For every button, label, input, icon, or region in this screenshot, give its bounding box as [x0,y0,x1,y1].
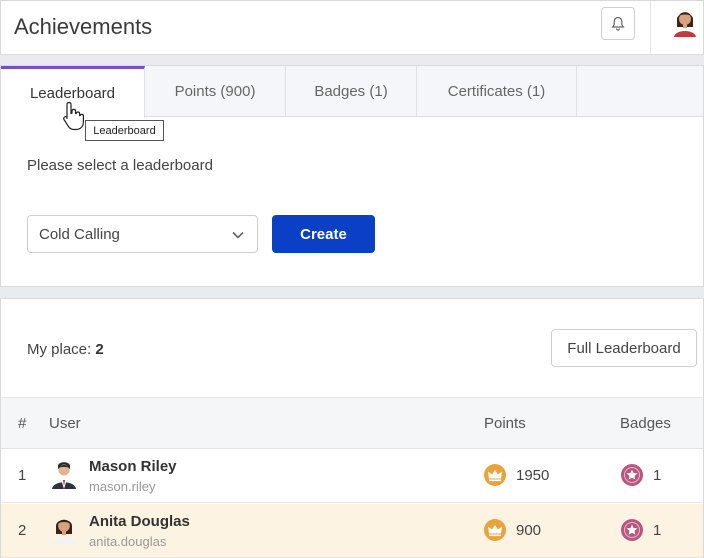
ranking-card: My place: 2 Full Leaderboard # User Poin… [0,298,704,558]
badges-value: 1 [653,522,662,539]
chevron-down-icon [232,231,244,239]
points-value: 1950 [516,467,550,484]
page-title: Achievements [14,14,153,39]
user-name[interactable]: Mason Riley [89,458,177,475]
column-header-user: User [49,415,81,432]
crown-points-icon [484,464,506,486]
leaderboard-select[interactable]: Cold Calling [27,215,258,253]
points-value: 900 [516,522,542,539]
user-handle: mason.riley [89,479,156,494]
column-header-badges: Badges [620,415,671,432]
full-leaderboard-button[interactable]: Full Leaderboard [551,329,697,367]
create-button[interactable]: Create [272,215,375,253]
column-header-points: Points [484,415,526,432]
leaderboard-card: Leaderboard Points (900) Badges (1) Cert… [0,65,704,287]
tab-label: Points (900) [174,83,256,100]
my-place: My place: 2 [27,341,104,358]
row-rank: 2 [18,522,27,539]
star-badge-icon [621,519,643,541]
table-row[interactable]: 2 Anita Douglas anita.douglas 900 1 [1,504,703,558]
header-divider [650,1,651,55]
page-header: Achievements [0,0,704,55]
tab-points[interactable]: Points (900) [145,66,286,117]
my-place-value: 2 [95,341,104,358]
row-rank: 1 [18,467,27,484]
select-value: Cold Calling [39,225,120,243]
user-avatar [52,462,76,489]
tab-label: Badges (1) [314,83,388,100]
tab-certificates[interactable]: Certificates (1) [417,66,577,117]
user-avatar [52,519,76,544]
user-handle: anita.douglas [89,534,167,549]
select-prompt: Please select a leaderboard [27,157,213,174]
table-row[interactable]: 1 Mason Riley mason.riley 1950 1 [1,449,703,503]
star-badge-icon [621,464,643,486]
tab-tooltip: Leaderboard [85,120,164,141]
badges-value: 1 [653,467,662,484]
tab-label: Certificates (1) [447,83,546,100]
user-avatar[interactable] [672,7,698,37]
user-name[interactable]: Anita Douglas [89,513,190,530]
hand-cursor-icon [63,101,84,131]
my-place-label: My place: [27,341,92,358]
crown-points-icon [484,519,506,541]
column-header-rank: # [18,415,27,432]
bell-icon [611,16,625,31]
table-header: # User Points Badges [1,397,703,449]
tab-bar: Leaderboard Points (900) Badges (1) Cert… [1,66,703,118]
notifications-button[interactable] [601,7,635,40]
tab-badges[interactable]: Badges (1) [286,66,417,117]
